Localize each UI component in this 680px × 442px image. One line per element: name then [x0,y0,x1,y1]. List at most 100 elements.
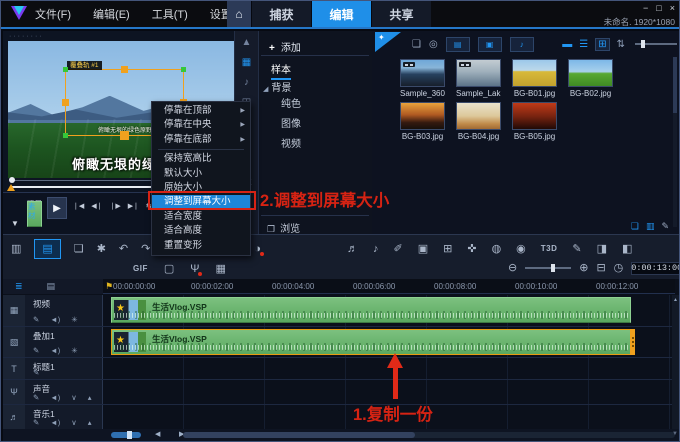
prev-frame-icon[interactable]: ◀❘ [91,202,102,210]
scrubber-knob[interactable] [9,177,15,183]
copy-icon[interactable]: ❏ [74,241,84,257]
menu-item-0[interactable]: 文件(F) [35,6,71,22]
play-button[interactable]: ▶ [47,197,67,219]
project-duration-timecode[interactable]: 0:00:13:000 [631,261,679,275]
motion-tracking-icon[interactable]: ✜ [467,241,476,257]
hscroll-thumb[interactable] [183,432,415,438]
thumbnail-view-icon[interactable]: ⊞ [595,37,610,51]
fit-project-icon[interactable]: ⊟ [596,260,605,276]
resize-handle-tl[interactable] [63,67,68,72]
menu-item-3[interactable]: 保持宽高比 [152,152,250,166]
storyboard-view-icon[interactable]: ▥ [11,241,21,257]
minimize-button[interactable]: − [643,3,648,13]
video-360-icon[interactable]: ◉ [516,241,526,257]
resize-handle-top[interactable] [120,66,128,73]
track-type-icon[interactable]: ♬ [3,405,25,429]
timeline-zoom-out-icon[interactable]: ⊖ [508,260,517,276]
menu-item-2[interactable]: 停靠在底部 ▶ [152,133,250,147]
scroll-up-icon[interactable]: ▲ [673,297,678,303]
media-item[interactable]: BG-B04.jpg [456,102,501,141]
redo-icon[interactable]: ↷ [141,241,150,257]
menu-item-2[interactable]: 工具(T) [152,6,188,22]
menu-item-4[interactable]: 默认大小 [152,167,250,181]
timeline-clip[interactable]: ★ 生活Vlog.VSP [111,297,631,323]
maximize-button[interactable]: □ [656,3,661,13]
track-control-icon[interactable]: ✳ [71,346,77,355]
paint-creator-icon[interactable]: ✐ [394,241,403,257]
collage-grid-icon[interactable]: ⊞ [443,241,452,257]
library-folder-sample[interactable]: 样本 [271,61,291,80]
scroll-left-icon[interactable]: ◀ [155,430,160,438]
preview-float-icon[interactable]: ▼ [11,219,19,228]
gallery-scrollbar[interactable] [673,57,677,227]
resize-handle-bl[interactable] [63,133,68,138]
timeline-zoom-in-icon[interactable]: ⊕ [579,260,588,276]
sort-icon[interactable]: ⇅ [617,39,625,50]
media-item[interactable]: BG-B05.jpg [512,102,557,141]
track-control-icon[interactable]: ✎ [33,418,39,427]
voiceover-mic-icon[interactable]: Ψ [190,261,203,277]
stopmotion-icon[interactable]: ▦ [215,261,225,277]
tab-1[interactable]: 编辑 [311,1,371,27]
track-control-icon[interactable]: ∨ [71,418,77,427]
duration-clock-icon[interactable]: ◷ [614,260,624,276]
track-control-icon[interactable]: ✎ [33,393,39,402]
media-item[interactable]: Sample_Lak... [456,59,501,98]
timeline-ruler[interactable]: ⚑ 00:00:00:00 00:00:02:00 00:00:04:00 00:00… [103,279,675,294]
mask-editor-icon[interactable]: ◨ [597,241,607,257]
track-control-icon[interactable]: ▴ [88,418,92,427]
menu-item-7[interactable]: 适合宽度 [152,210,250,224]
track-control-icon[interactable]: ◄) [50,418,60,427]
next-frame-icon[interactable]: ❘▶ [110,202,121,210]
tools-icon[interactable]: ✱ [97,241,106,257]
speech-bubble-icon[interactable]: ◍ [492,241,502,257]
color-wheel-icon[interactable]: ◑ [254,241,264,257]
compare-view-icon[interactable]: ▥ [646,221,655,232]
track-control-icon[interactable]: ◄) [50,393,60,402]
title-3d-icon[interactable]: T3D [541,241,558,257]
detail-view-icon[interactable]: ☰ [579,39,588,50]
import-folder-icon[interactable]: ❏ [412,39,421,50]
slider-knob[interactable] [641,40,645,48]
subtitle-editor-icon[interactable]: ▣ [418,241,428,257]
audio-category-icon[interactable]: ♪ [244,77,249,88]
menu-item-8[interactable]: 适合高度 [152,224,250,238]
mask-creator-icon[interactable]: ✎ [572,241,581,257]
media-thumbnail[interactable] [456,59,501,87]
edit-info-icon[interactable]: ✎ [661,221,669,232]
track-options-icon[interactable]: ▤ [47,281,56,292]
track-type-icon[interactable]: Ψ [3,380,25,404]
slider-knob[interactable] [551,264,556,272]
filter-video-button[interactable]: ▤ [445,36,470,52]
media-thumbnail[interactable] [456,102,501,130]
go-end-icon[interactable]: ▶❘ [128,202,139,210]
track-list-icon[interactable]: ≣ [15,281,23,292]
media-category-icon[interactable]: ▦ [242,57,251,68]
track-type-icon[interactable]: ▧ [3,327,25,357]
close-button[interactable]: × [670,3,675,13]
media-thumbnail[interactable] [400,102,445,130]
media-item[interactable]: BG-B01.jpg [512,59,557,98]
track-control-icon[interactable]: ▴ [88,393,92,402]
import-disc-icon[interactable]: ◎ [429,39,438,50]
media-thumbnail[interactable] [512,102,557,130]
undo-icon[interactable]: ↶ [119,241,128,257]
sound-mixer-icon[interactable]: ♬ [347,241,358,257]
track-control-icon[interactable]: ✎ [33,315,39,324]
track-control-icon[interactable]: ✎ [33,346,39,355]
scroll-up-icon[interactable]: ▲ [242,37,252,48]
media-thumbnail[interactable] [568,59,613,87]
home-tab[interactable]: ⌂ [227,1,251,27]
menu-item-9[interactable]: 重置变形 [152,239,250,253]
clip-trim-handle[interactable] [630,329,635,355]
timeline-view-icon[interactable]: ▤ [34,239,61,259]
media-item[interactable]: BG-B03.jpg [400,102,445,141]
media-item[interactable]: Sample_360... [400,59,445,98]
menu-item-0[interactable]: 停靠在顶部 ▶ [152,104,250,118]
gif-creator-icon[interactable]: GIF [133,261,148,277]
pin-panel-icon[interactable]: ✦ [375,32,401,52]
track-control-icon[interactable]: ◄) [50,315,60,324]
track-type-icon[interactable]: ▦ [3,295,25,326]
tab-2[interactable]: 共享 [371,1,431,27]
list-view-icon[interactable]: ▬ [562,39,572,50]
